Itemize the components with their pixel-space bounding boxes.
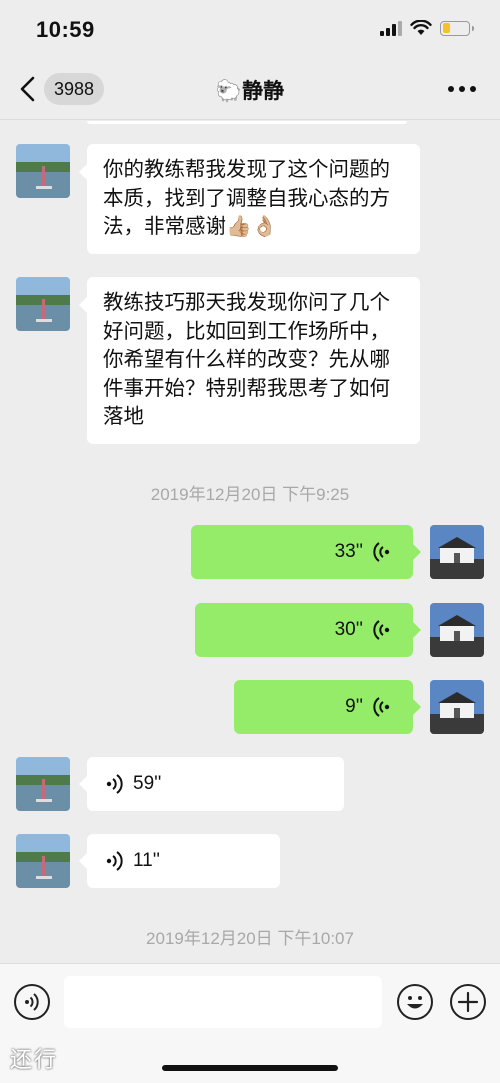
voice-message-bubble[interactable]: 9'' [234, 680, 421, 734]
message-timestamp: 2019年12月20日 下午10:07 [146, 929, 354, 948]
contact-avatar[interactable] [16, 277, 70, 331]
status-icons [380, 20, 474, 36]
voice-input-icon[interactable] [14, 984, 50, 1020]
wifi-icon [410, 20, 432, 35]
plus-icon[interactable] [450, 984, 486, 1020]
message-bubble[interactable]: 教练技巧那天我发现你问了几个好问题，比如回到工作场所中，你希望有什么样的改变？先… [79, 277, 420, 444]
voice-wave-icon [373, 542, 390, 562]
voice-duration: 33'' [334, 541, 363, 562]
cellular-signal-icon [380, 20, 402, 36]
voice-duration: 9'' [345, 696, 363, 717]
self-avatar[interactable] [430, 525, 484, 579]
self-avatar[interactable] [430, 680, 484, 734]
battery-icon [440, 20, 474, 36]
voice-wave-icon [106, 851, 123, 871]
emoji-icon[interactable] [397, 984, 433, 1020]
status-bar: 10:59 [0, 0, 500, 58]
chat-message-list[interactable]: 你的教练帮我发现了这个问题的本质，找到了调整自我心态的方法，非常感谢👍🏼👌🏼 教… [0, 121, 500, 963]
chat-input-bar [0, 963, 500, 1083]
voice-duration: 59'' [133, 773, 162, 794]
partial-message-bubble [87, 121, 407, 124]
self-avatar[interactable] [430, 603, 484, 657]
contact-avatar[interactable] [16, 144, 70, 198]
voice-wave-icon [106, 774, 123, 794]
voice-message-bubble[interactable]: 59'' [79, 757, 344, 811]
status-time: 10:59 [36, 17, 95, 42]
message-timestamp: 2019年12月20日 下午9:25 [150, 485, 350, 504]
contact-avatar[interactable] [16, 757, 70, 811]
chat-header: 3988 🐑静静 [0, 58, 500, 120]
voice-wave-icon [373, 620, 390, 640]
voice-duration: 11'' [133, 850, 160, 871]
voice-message-bubble[interactable]: 33'' [191, 525, 421, 579]
voice-message-bubble[interactable]: 11'' [79, 834, 280, 888]
message-bubble[interactable]: 你的教练帮我发现了这个问题的本质，找到了调整自我心态的方法，非常感谢👍🏼👌🏼 [79, 144, 420, 254]
voice-duration: 30'' [334, 619, 363, 640]
watermark: 还行 [10, 1047, 59, 1072]
voice-wave-icon [373, 697, 390, 717]
more-icon[interactable] [448, 86, 476, 92]
contact-avatar[interactable] [16, 834, 70, 888]
voice-message-bubble[interactable]: 30'' [195, 603, 421, 657]
message-input[interactable] [64, 976, 382, 1028]
chat-title: 🐑静静 [215, 80, 285, 103]
home-indicator[interactable] [162, 1065, 338, 1071]
